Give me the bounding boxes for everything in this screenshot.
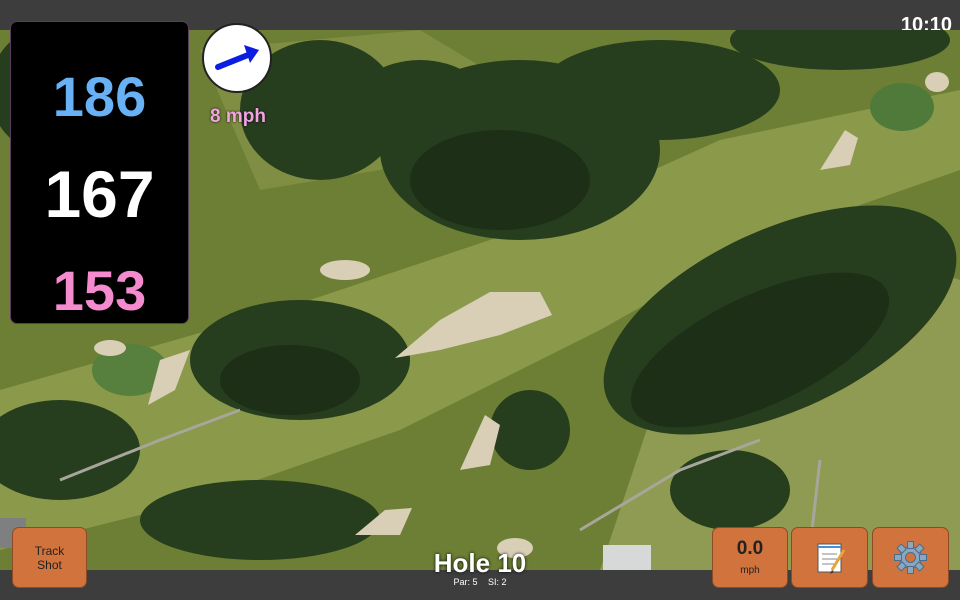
hole-par: Par: 5 xyxy=(453,577,478,587)
wind-direction-indicator xyxy=(202,23,272,93)
settings-button[interactable] xyxy=(873,528,948,587)
notepad-icon xyxy=(817,543,846,574)
track-shot-button[interactable]: Track Shot xyxy=(13,528,86,587)
front-distance: 153 xyxy=(52,259,147,322)
hole-stroke-index: SI: 2 xyxy=(488,577,507,587)
track-shot-label-line1: Track xyxy=(34,544,65,558)
speed-unit: mph xyxy=(740,565,760,576)
hole-title: Hole 10 xyxy=(433,548,527,578)
wind-speed-label: 8 mph xyxy=(210,106,266,127)
back-distance: 186 xyxy=(52,65,147,128)
speed-value: 0.0 xyxy=(736,538,764,559)
arrow-right-icon xyxy=(215,45,259,70)
speed-button[interactable]: 0.0 mph xyxy=(713,528,787,587)
distance-panel: 186 167 153 xyxy=(11,22,188,323)
track-shot-label-line2: Shot xyxy=(37,558,62,572)
middle-distance: 167 xyxy=(44,157,155,231)
hole-info: Par: 5 SI: 2 xyxy=(380,577,580,587)
notes-button[interactable] xyxy=(792,528,867,587)
gear-icon xyxy=(894,541,927,574)
